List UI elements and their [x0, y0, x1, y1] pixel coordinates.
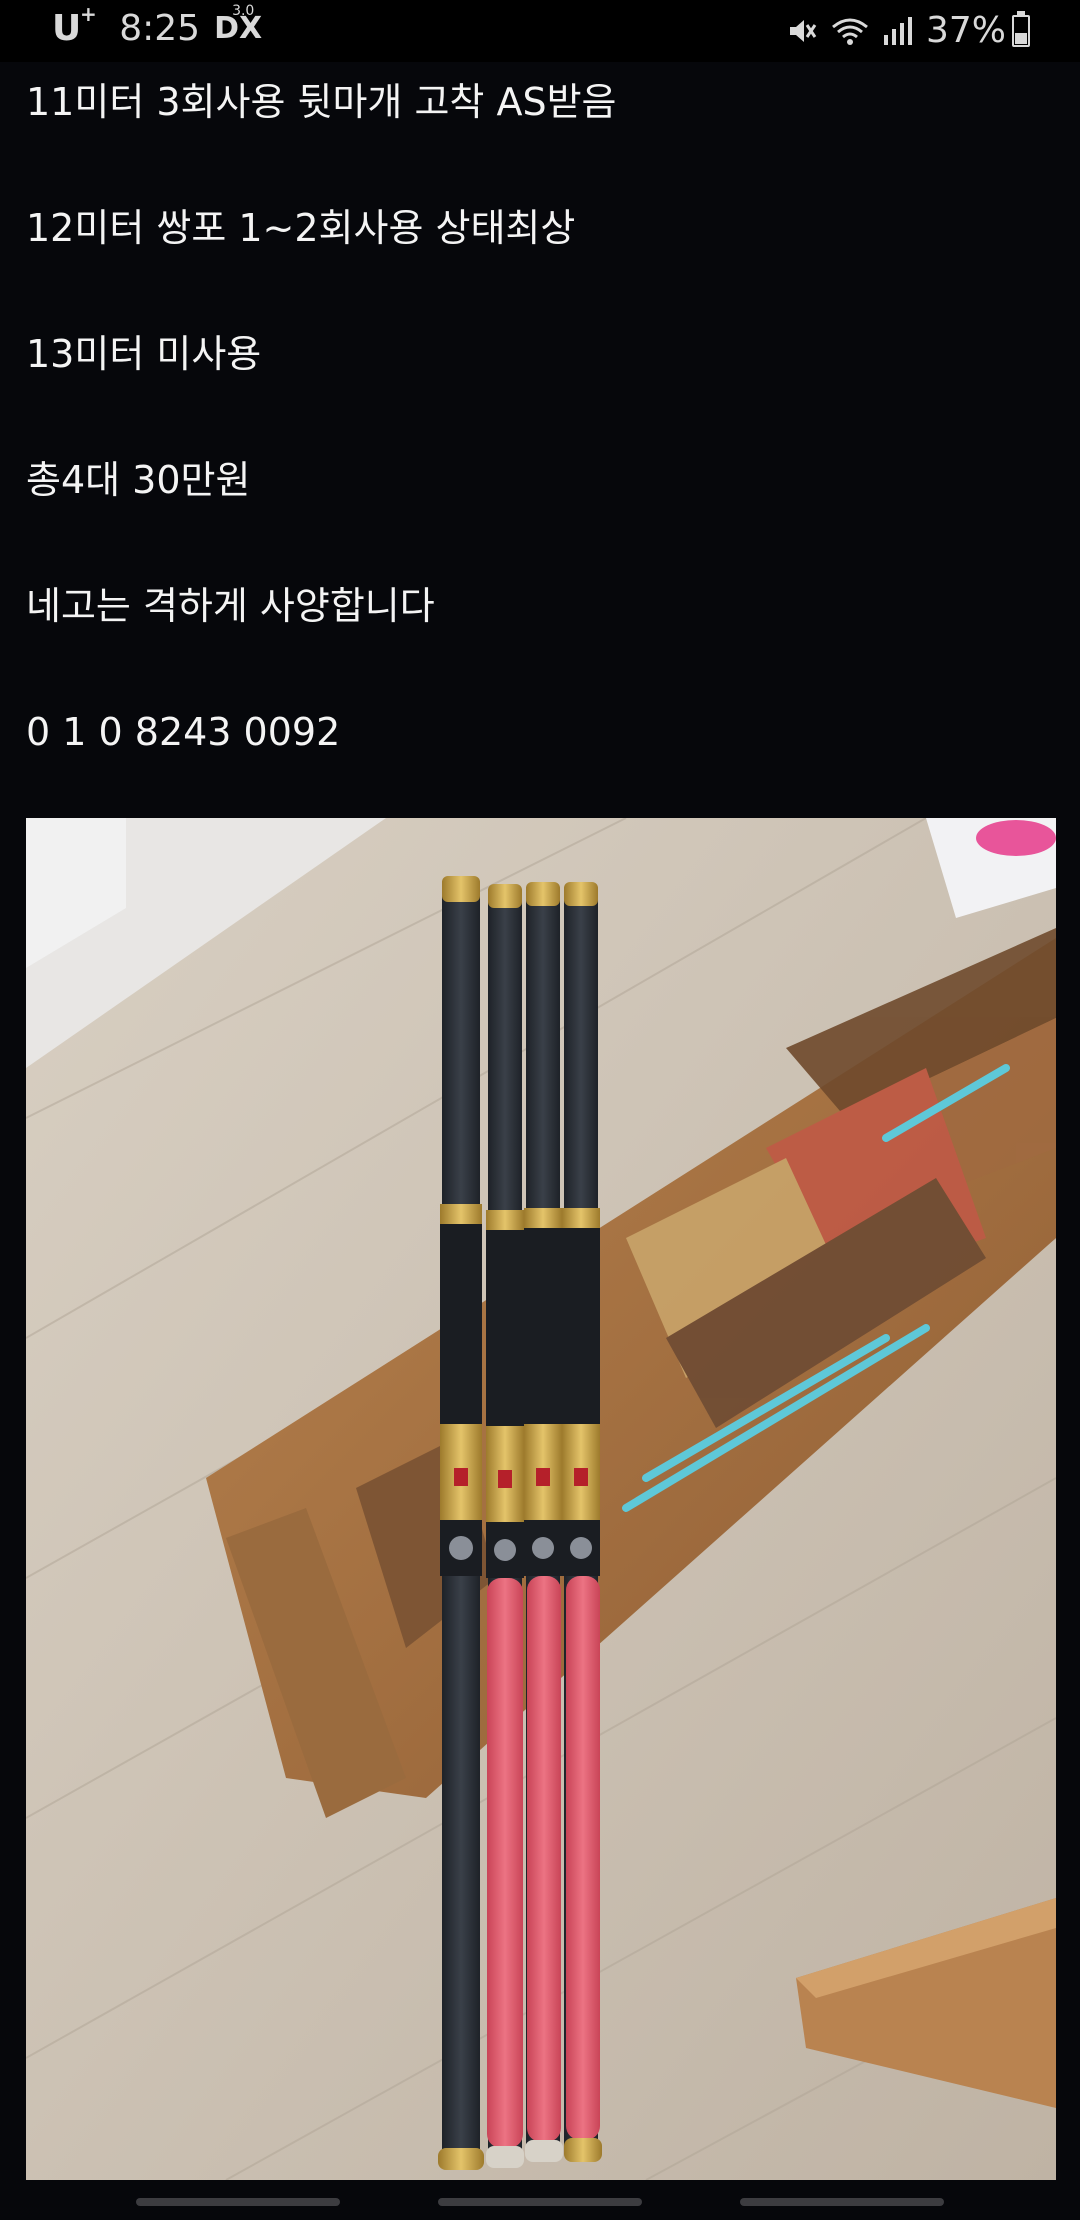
nav-back-button[interactable]: [740, 2198, 944, 2206]
mute-icon: [789, 19, 817, 42]
signal-icon: [883, 16, 912, 45]
post-line-3: 13미터 미사용: [26, 332, 262, 376]
carrier-label: U +: [52, 2, 97, 49]
wifi-icon: [832, 18, 868, 45]
status-bar: U + 8:25 DX 3.0 37%: [0, 0, 1080, 62]
clock: 8:25: [119, 8, 201, 49]
status-right: 37%: [786, 10, 1030, 51]
nav-recents-button[interactable]: [136, 2198, 340, 2206]
battery-percent: 37%: [925, 10, 1006, 51]
navigation-bar: [0, 2180, 1080, 2220]
post-line-2: 12미터 쌍포 1~2회사용 상태최상: [26, 206, 576, 250]
battery-icon: [1012, 10, 1030, 47]
post-line-4: 총4대 30만원: [26, 458, 251, 502]
post-photo[interactable]: [26, 818, 1056, 2180]
fishing-rods-photo: [26, 818, 1056, 2180]
post-line-6-phone[interactable]: 0 1 0 8243 0092: [26, 708, 340, 756]
network-type: DX 3.0: [214, 3, 263, 46]
nav-home-button[interactable]: [438, 2198, 642, 2206]
status-left: U + 8:25 DX 3.0: [52, 2, 263, 49]
post-line-1: 11미터 3회사용 뒷마개 고착 AS받음: [26, 80, 617, 124]
battery-fill: [1015, 33, 1027, 44]
post-line-5: 네고는 격하게 사양합니다: [26, 584, 435, 628]
